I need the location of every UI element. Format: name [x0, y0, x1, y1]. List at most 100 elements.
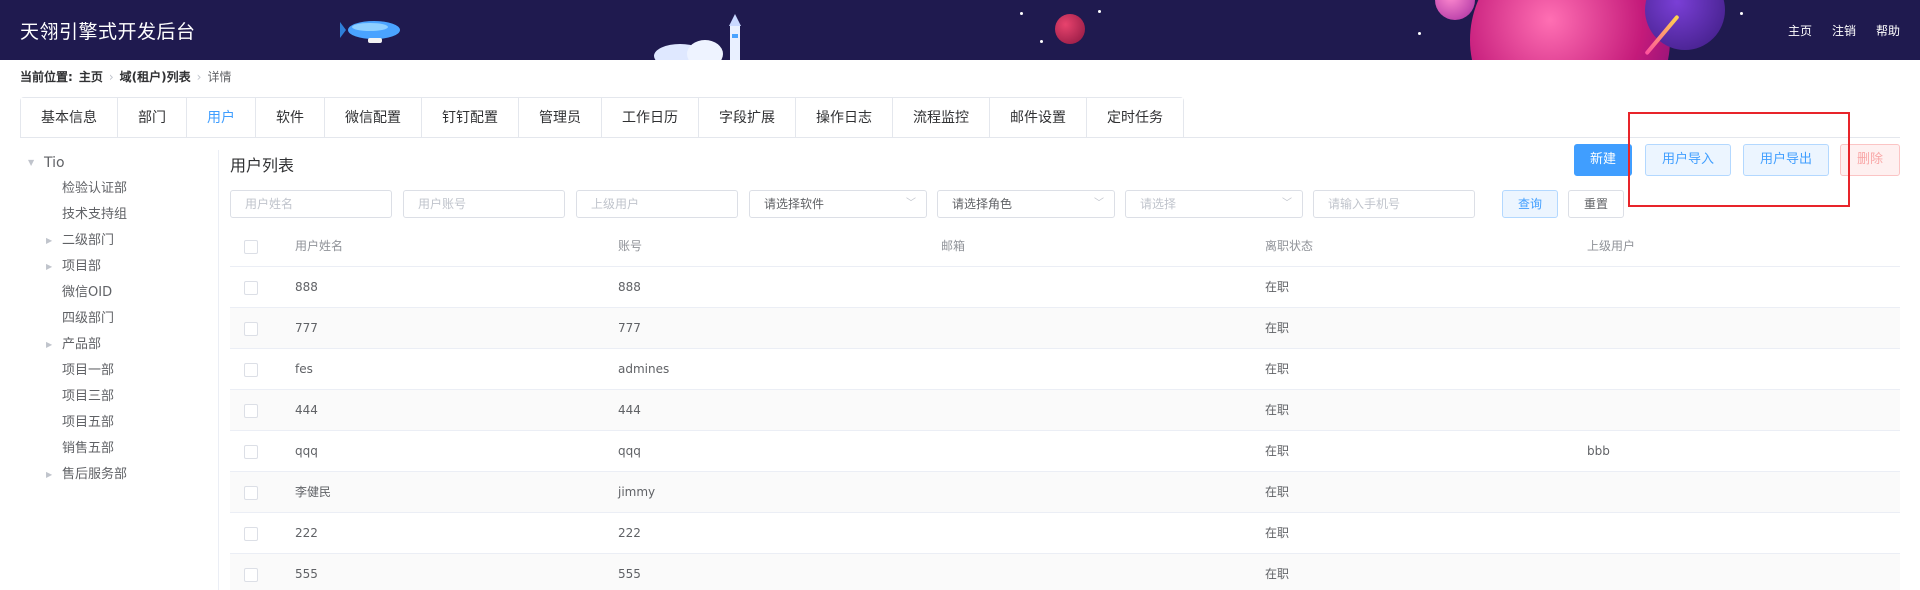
cell-superior: bbb	[1587, 444, 1610, 458]
row-checkbox[interactable]	[244, 281, 258, 295]
select-all-checkbox[interactable]	[244, 240, 258, 254]
star-decoration	[1098, 10, 1101, 13]
tree-node[interactable]: 销售五部	[28, 436, 218, 462]
tab-field-extension[interactable]: 字段扩展	[698, 98, 795, 138]
column-header: 上级用户	[1587, 239, 1636, 253]
tab-mail-settings[interactable]: 邮件设置	[989, 98, 1086, 138]
user-name-input[interactable]: 用户姓名	[230, 190, 392, 218]
tree-node-label: 项目五部	[62, 415, 115, 430]
tree-node-label: 项目部	[62, 259, 102, 274]
cell-account: admines	[618, 362, 670, 376]
tree-root[interactable]: ▼ Tio	[28, 150, 218, 176]
column-header: 用户姓名	[295, 239, 344, 253]
cell-status: 在职	[1265, 321, 1290, 335]
tab-department[interactable]: 部门	[117, 98, 186, 138]
tab-scheduled-tasks[interactable]: 定时任务	[1086, 98, 1183, 138]
app-brand: 天翎引擎式开发后台	[20, 21, 196, 43]
row-checkbox[interactable]	[244, 322, 258, 336]
row-checkbox[interactable]	[244, 486, 258, 500]
tree-node[interactable]: ▶ 二级部门	[28, 228, 218, 254]
caret-right-icon[interactable]: ▶	[46, 462, 52, 488]
row-checkbox[interactable]	[244, 404, 258, 418]
breadcrumb-current: 详情	[207, 70, 232, 84]
column-header: 账号	[618, 239, 643, 253]
breadcrumb-home[interactable]: 主页	[79, 68, 103, 85]
nav-help[interactable]: 帮助	[1876, 22, 1900, 39]
star-decoration	[1740, 12, 1743, 15]
planet-illustration	[1470, 0, 1670, 60]
chevron-down-icon: ﹀	[1282, 198, 1292, 209]
table-row[interactable]: 777 777 在职	[230, 308, 1900, 349]
table-row[interactable]: 888 888 在职	[230, 267, 1900, 308]
breadcrumb-label: 当前位置:	[20, 70, 73, 84]
cell-account: 777	[618, 321, 641, 335]
cell-account: 888	[618, 280, 641, 294]
caret-right-icon[interactable]: ▶	[46, 254, 52, 280]
planet-illustration	[1435, 0, 1475, 20]
tab-wechat-config[interactable]: 微信配置	[324, 98, 421, 138]
query-button[interactable]: 查询	[1502, 190, 1558, 218]
cell-status: 在职	[1265, 280, 1290, 294]
user-account-input[interactable]: 用户账号	[403, 190, 565, 218]
tab-admins[interactable]: 管理员	[518, 98, 601, 138]
tree-node[interactable]: ▶ 售后服务部	[28, 462, 218, 488]
cell-status: 在职	[1265, 526, 1290, 540]
phone-input[interactable]: 请输入手机号	[1313, 190, 1475, 218]
highlight-annotation	[1628, 112, 1850, 207]
tree-node[interactable]: 项目五部	[28, 410, 218, 436]
table-row[interactable]: qqq qqq 在职 bbb	[230, 431, 1900, 472]
reset-button[interactable]: 重置	[1568, 190, 1624, 218]
tree-node[interactable]: 四级部门	[28, 306, 218, 332]
table-row[interactable]: 444 444 在职	[230, 390, 1900, 431]
generic-select[interactable]: 请选择 ﹀	[1125, 190, 1303, 218]
tree-node[interactable]: 项目一部	[28, 358, 218, 384]
tree-node-label: 四级部门	[62, 311, 115, 326]
tab-work-calendar[interactable]: 工作日历	[601, 98, 698, 138]
star-decoration	[1040, 40, 1043, 43]
tab-software[interactable]: 软件	[255, 98, 324, 138]
cell-user-name: 888	[295, 280, 318, 294]
tab-users[interactable]: 用户	[186, 98, 255, 138]
tree-node[interactable]: 技术支持组	[28, 202, 218, 228]
tab-flow-monitor[interactable]: 流程监控	[892, 98, 989, 138]
superior-user-input[interactable]: 上级用户	[576, 190, 738, 218]
cell-status: 在职	[1265, 444, 1290, 458]
tab-operation-log[interactable]: 操作日志	[795, 98, 892, 138]
column-header: 邮箱	[941, 239, 966, 253]
nav-home[interactable]: 主页	[1788, 22, 1812, 39]
tree-node[interactable]: 项目三部	[28, 384, 218, 410]
role-select[interactable]: 请选择角色 ﹀	[937, 190, 1115, 218]
software-select[interactable]: 请选择软件 ﹀	[749, 190, 927, 218]
caret-down-icon[interactable]: ▼	[28, 150, 34, 176]
tree-node[interactable]: 检验认证部	[28, 176, 218, 202]
cell-user-name: fes	[295, 362, 313, 376]
cell-user-name: 李健民	[295, 485, 332, 499]
table-row[interactable]: 李健民 jimmy 在职	[230, 472, 1900, 513]
row-checkbox[interactable]	[244, 363, 258, 377]
table-row[interactable]: 222 222 在职	[230, 513, 1900, 554]
caret-right-icon[interactable]: ▶	[46, 228, 52, 254]
caret-right-icon[interactable]: ▶	[46, 332, 52, 358]
table-row[interactable]: fes admines 在职	[230, 349, 1900, 390]
tree-node-label: 产品部	[62, 337, 102, 352]
tree-node[interactable]: ▶ 项目部	[28, 254, 218, 280]
tree-node-label: 项目一部	[62, 363, 115, 378]
cell-status: 在职	[1265, 403, 1290, 417]
tree-node-label: 二级部门	[62, 233, 115, 248]
chevron-down-icon: ﹀	[1094, 198, 1104, 209]
tab-dingtalk-config[interactable]: 钉钉配置	[421, 98, 518, 138]
breadcrumb-tenant-list[interactable]: 域(租户)列表	[120, 68, 191, 85]
tree-node[interactable]: 微信OID	[28, 280, 218, 306]
tab-basic-info[interactable]: 基本信息	[21, 98, 117, 138]
row-checkbox[interactable]	[244, 527, 258, 541]
row-checkbox[interactable]	[244, 568, 258, 582]
nav-logout[interactable]: 注销	[1832, 22, 1856, 39]
new-user-button[interactable]: 新建	[1574, 144, 1632, 176]
breadcrumb: 当前位置: 主页 › 域(租户)列表 › 详情	[20, 68, 231, 85]
row-checkbox[interactable]	[244, 445, 258, 459]
table-row[interactable]: 555 555 在职	[230, 554, 1900, 590]
tree-node[interactable]: ▶ 产品部	[28, 332, 218, 358]
generic-select-value: 请选择	[1140, 197, 1177, 211]
tree-node-label: 售后服务部	[62, 467, 128, 482]
tree-node-label: 项目三部	[62, 389, 115, 404]
